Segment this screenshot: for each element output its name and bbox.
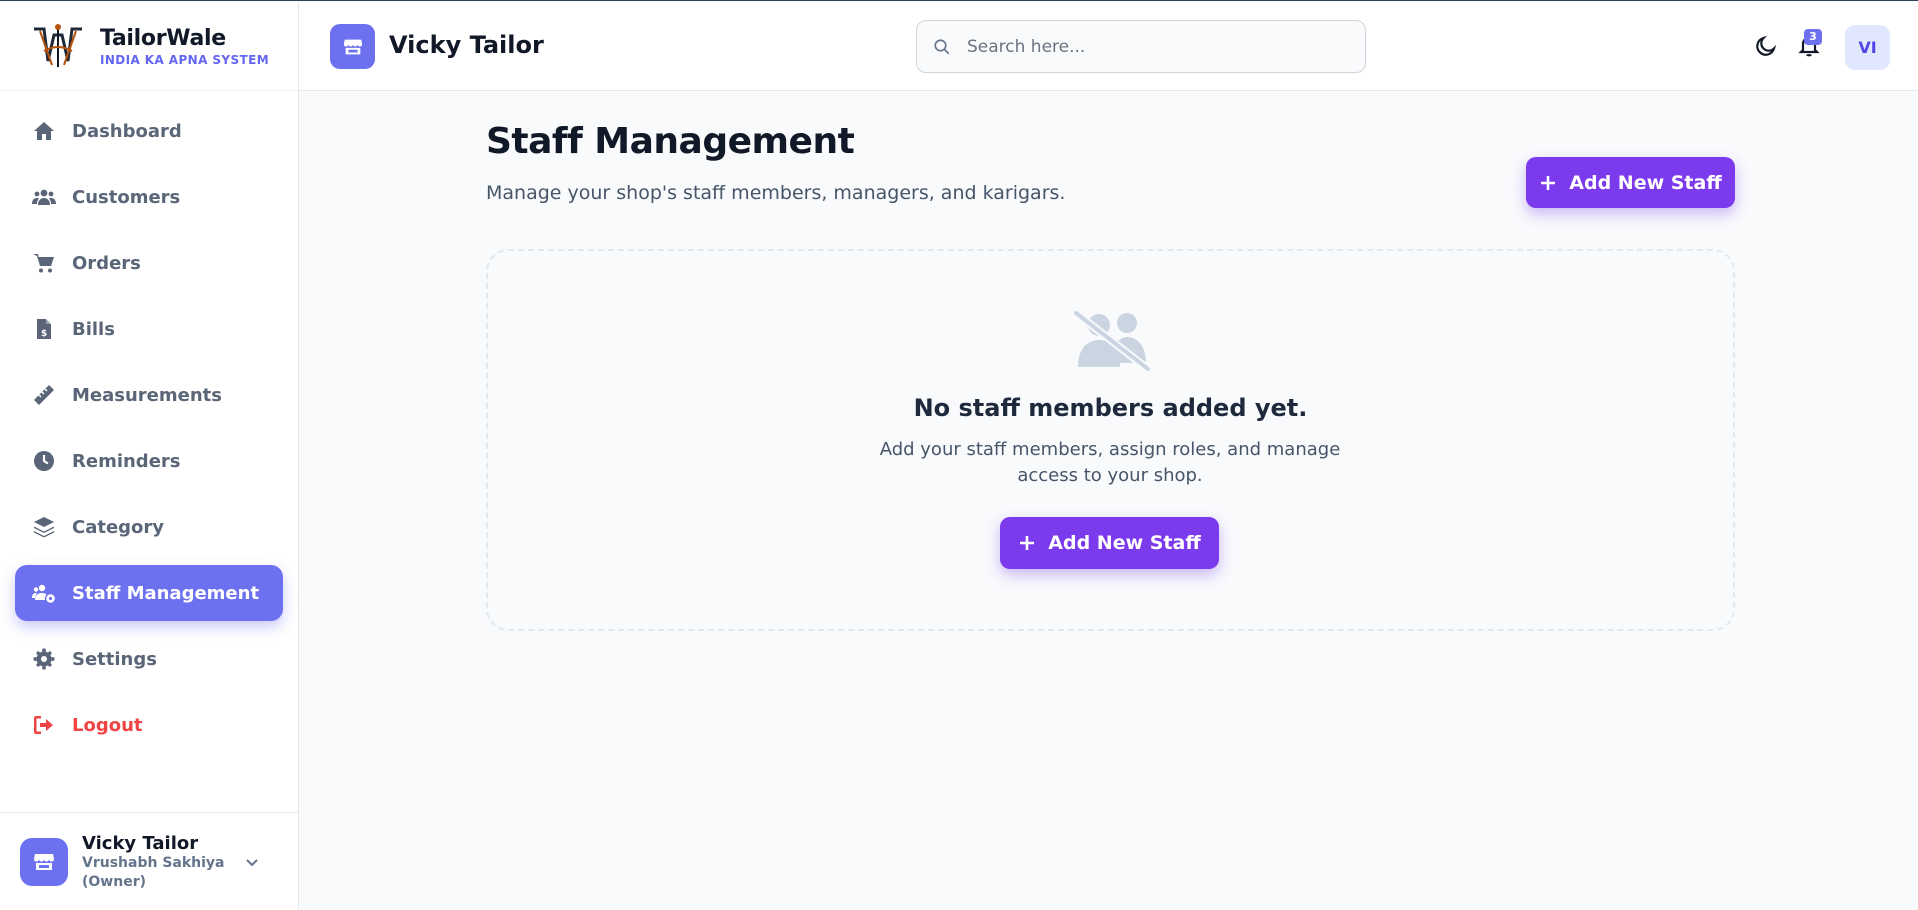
sidebar-item-label: Bills (72, 318, 115, 340)
sidebar-item-orders[interactable]: Orders (15, 235, 283, 291)
user-avatar[interactable]: VI (1845, 25, 1890, 70)
brand-name: TailorWale (100, 25, 226, 51)
app-root: TailorWale INDIA KA APNA SYSTEM Dashboar… (0, 0, 1918, 910)
empty-state-add-staff-button[interactable]: Add New Staff (1000, 517, 1219, 569)
store-icon (34, 854, 54, 870)
sidebar-item-settings[interactable]: Settings (15, 631, 283, 687)
sidebar: TailorWale INDIA KA APNA SYSTEM Dashboar… (0, 2, 299, 910)
sidebar-item-label: Reminders (72, 450, 181, 472)
logout-icon (34, 716, 53, 734)
empty-state-title: No staff members added yet. (913, 394, 1308, 422)
sidebar-item-bills[interactable]: $ Bills (15, 301, 283, 357)
add-new-staff-button[interactable]: Add New Staff (1526, 157, 1735, 208)
main-content: Staff Management Manage your shop's staf… (299, 91, 1918, 910)
sidebar-item-label: Staff Management (72, 582, 260, 604)
ruler-icon (34, 385, 54, 405)
sidebar-item-label: Dashboard (72, 120, 182, 142)
staff-gear-icon (32, 584, 55, 603)
empty-state-text: Add your staff members, assign roles, an… (879, 439, 1341, 486)
shop-avatar (20, 838, 68, 886)
header-title: Vicky Tailor (389, 31, 544, 59)
search-bar[interactable] (916, 20, 1366, 73)
brand[interactable]: TailorWale INDIA KA APNA SYSTEM (0, 2, 298, 91)
gear-icon (33, 648, 55, 670)
empty-state-card: No staff members added yet. Add your sta… (486, 249, 1735, 631)
notification-badge: 3 (1804, 29, 1822, 45)
empty-state-add-staff-label: Add New Staff (1048, 532, 1201, 554)
moon-icon (1756, 35, 1777, 56)
sidebar-item-dashboard[interactable]: Dashboard (15, 103, 283, 159)
dark-mode-toggle[interactable] (1754, 34, 1780, 60)
sidebar-nav: Dashboard Customers Orders $ Bills Measu… (0, 91, 298, 753)
add-new-staff-label: Add New Staff (1569, 171, 1722, 194)
plus-icon (1541, 175, 1556, 190)
sidebar-item-staff-management[interactable]: Staff Management (15, 565, 283, 621)
shop-switcher[interactable]: Vicky Tailor Vrushabh Sakhiya (Owner) (0, 812, 299, 910)
page-subtitle: Manage your shop's staff members, manage… (486, 182, 1066, 204)
bill-icon: $ (37, 319, 51, 339)
cart-icon (33, 254, 54, 273)
sidebar-item-category[interactable]: Category (15, 499, 283, 555)
sidebar-item-label: Category (72, 516, 165, 538)
top-header: Vicky Tailor 3 VI (299, 2, 1918, 91)
sidebar-item-label: Customers (72, 186, 181, 208)
footer-shop-name: Vicky Tailor (82, 832, 199, 854)
footer-owner: Vrushabh Sakhiya (Owner) (82, 854, 225, 890)
store-icon (330, 24, 375, 69)
search-input[interactable] (967, 36, 1347, 57)
sidebar-item-customers[interactable]: Customers (15, 169, 283, 225)
plus-icon (1020, 536, 1035, 550)
chevron-down-icon[interactable] (244, 854, 260, 870)
logout-button[interactable]: Logout (15, 697, 283, 753)
search-icon (934, 38, 950, 54)
users-slash-icon (1073, 309, 1151, 373)
tailorwale-logo (34, 24, 82, 67)
sidebar-item-reminders[interactable]: Reminders (15, 433, 283, 489)
page-title: Staff Management (486, 121, 855, 162)
logout-label: Logout (72, 714, 143, 736)
home-icon (34, 122, 54, 140)
brand-tagline: INDIA KA APNA SYSTEM (100, 52, 270, 67)
svg-text:$: $ (41, 329, 47, 339)
layers-icon (34, 517, 54, 538)
sidebar-item-measurements[interactable]: Measurements (15, 367, 283, 423)
sidebar-item-label: Settings (72, 648, 157, 670)
users-icon (32, 189, 56, 205)
clock-icon (34, 451, 54, 471)
sidebar-item-label: Measurements (72, 384, 222, 406)
sidebar-item-label: Orders (72, 252, 141, 274)
